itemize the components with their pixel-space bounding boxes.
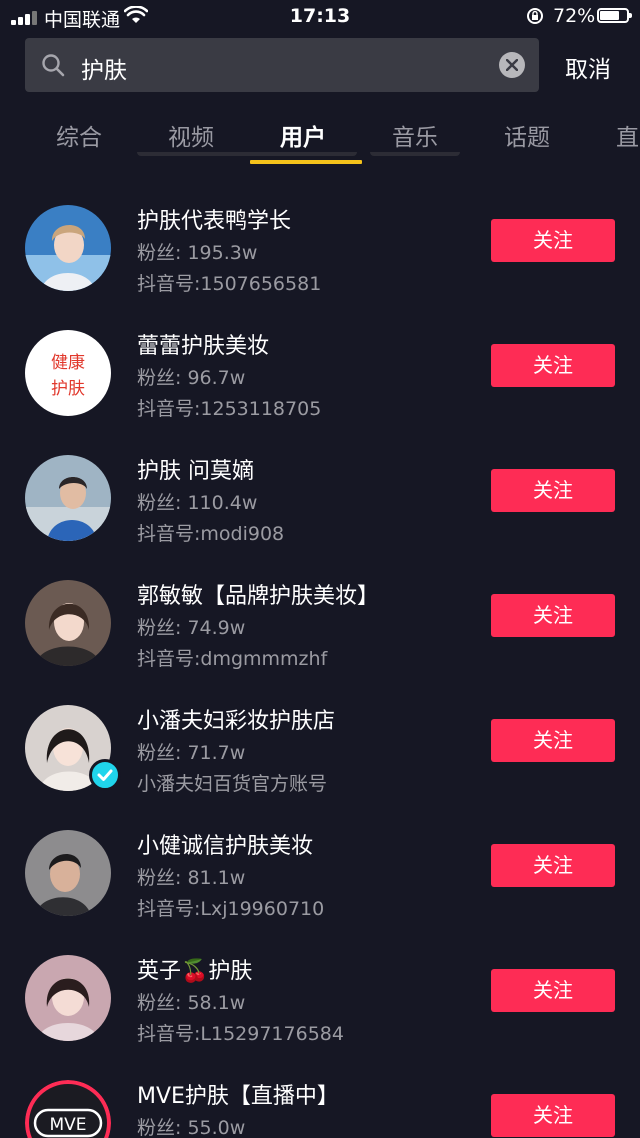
list-item[interactable]: 护肤 问莫嫡 粉丝: 110.4w 抖音号:modi908 关注 [0, 413, 640, 545]
follow-button[interactable]: 关注 [491, 719, 615, 762]
follow-button[interactable]: 关注 [491, 469, 615, 512]
user-name: 英子🍒护肤 [137, 959, 253, 984]
battery-percent: 72% [553, 5, 596, 27]
list-item[interactable]: 健康 护肤 蕾蕾护肤美妆 粉丝: 96.7w 抖音号:1253118705 关注 [0, 288, 640, 420]
fan-count: 粉丝: 58.1w [137, 992, 246, 1014]
fan-count: 粉丝: 74.9w [137, 617, 246, 639]
fan-count: 粉丝: 110.4w [137, 492, 258, 514]
close-icon [506, 59, 518, 71]
fan-count: 粉丝: 195.3w [137, 242, 258, 264]
avatar[interactable] [25, 830, 111, 916]
search-input[interactable]: 护肤 [81, 51, 127, 85]
verified-badge-icon [89, 759, 121, 791]
list-item[interactable]: MVE MVE护肤【直播中】 粉丝: 55.0w 关注 [0, 1038, 640, 1138]
cancel-button[interactable]: 取消 [565, 50, 611, 84]
tab-live[interactable]: 直 [616, 118, 639, 152]
user-name: MVE护肤【直播中】 [137, 1084, 339, 1109]
battery-icon [597, 8, 632, 23]
tab-music[interactable]: 音乐 [392, 118, 438, 152]
follow-button[interactable]: 关注 [491, 219, 615, 262]
fan-count: 粉丝: 81.1w [137, 867, 246, 889]
user-name: 小健诚信护肤美妆 [137, 834, 314, 859]
avatar[interactable] [25, 455, 111, 541]
follow-button[interactable]: 关注 [491, 844, 615, 887]
user-list: 护肤代表鸭学长 粉丝: 195.3w 抖音号:1507656581 关注 健康 … [0, 163, 640, 1138]
clock: 17:13 [289, 5, 351, 27]
follow-button[interactable]: 关注 [491, 969, 615, 1012]
tab-topics[interactable]: 话题 [504, 118, 550, 152]
avatar[interactable]: MVE [25, 1080, 111, 1138]
list-item[interactable]: 护肤代表鸭学长 粉丝: 195.3w 抖音号:1507656581 关注 [0, 163, 640, 295]
clear-search-button[interactable] [499, 52, 525, 78]
search-icon [42, 54, 65, 77]
avatar[interactable] [25, 580, 111, 666]
avatar-text-bottom: 护肤 [51, 379, 85, 399]
list-item[interactable]: 郭敏敏【品牌护肤美妆】 粉丝: 74.9w 抖音号:dmgmmmzhf 关注 [0, 538, 640, 670]
follow-button[interactable]: 关注 [491, 344, 615, 387]
follow-button[interactable]: 关注 [491, 1094, 615, 1137]
user-name: 小潘夫妇彩妆护肤店 [137, 709, 336, 734]
avatar-text: MVE [49, 1115, 86, 1135]
list-item[interactable]: 小健诚信护肤美妆 粉丝: 81.1w 抖音号:Lxj19960710 关注 [0, 788, 640, 920]
user-name: 护肤 问莫嫡 [137, 459, 254, 484]
status-bar: 中国联通 17:13 72% [0, 0, 640, 34]
avatar-text-top: 健康 [51, 353, 85, 373]
avatar[interactable] [25, 955, 111, 1041]
tab-video[interactable]: 视频 [168, 118, 214, 152]
user-name: 郭敏敏【品牌护肤美妆】 [137, 584, 380, 609]
fan-count: 粉丝: 96.7w [137, 367, 246, 389]
avatar[interactable]: 健康 护肤 [25, 330, 111, 416]
user-name: 护肤代表鸭学长 [137, 209, 292, 234]
follow-button[interactable]: 关注 [491, 594, 615, 637]
rotation-lock-icon [527, 8, 543, 24]
search-bar[interactable]: 护肤 [25, 38, 539, 92]
tab-comprehensive[interactable]: 综合 [56, 118, 102, 152]
fan-count: 粉丝: 71.7w [137, 742, 246, 764]
user-name: 蕾蕾护肤美妆 [137, 334, 270, 359]
avatar[interactable] [25, 205, 111, 291]
list-item[interactable]: 英子🍒护肤 粉丝: 58.1w 抖音号:L15297176584 关注 [0, 913, 640, 1045]
fan-count: 粉丝: 55.0w [137, 1117, 246, 1138]
tab-users[interactable]: 用户 [280, 118, 326, 152]
